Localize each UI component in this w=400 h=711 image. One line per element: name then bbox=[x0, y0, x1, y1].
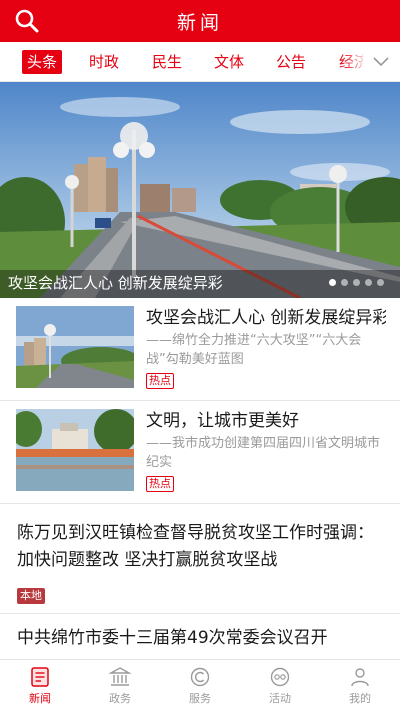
bottom-nav: 新闻 政务 服务 活动 我的 bbox=[0, 659, 400, 711]
nav-government[interactable]: 政务 bbox=[80, 660, 160, 711]
carousel-dot[interactable] bbox=[353, 279, 360, 286]
news-app: 新闻 头条 时政 民生 文体 公告 经济 bbox=[0, 0, 400, 711]
tab-livelihood[interactable]: 民生 bbox=[152, 50, 182, 74]
tab-headlines[interactable]: 头条 bbox=[22, 50, 63, 74]
chevron-down-icon[interactable] bbox=[372, 52, 390, 70]
search-icon[interactable] bbox=[14, 8, 40, 34]
tabs-fade bbox=[340, 42, 370, 81]
news-title[interactable]: 中共绵竹市委十三届第49次常委会议召开 bbox=[17, 626, 386, 650]
activity-icon bbox=[270, 667, 290, 687]
news-title[interactable]: 攻坚会战汇人心 创新发展绽异彩 bbox=[146, 306, 386, 330]
news-item[interactable]: 陈万见到汉旺镇检查督导脱贫攻坚工作时强调：加快问题整改 坚决打赢脱贫攻坚战 本地 bbox=[0, 504, 400, 614]
nav-label: 服务 bbox=[189, 692, 211, 705]
headline-carousel[interactable]: 攻坚会战汇人心 创新发展绽异彩 bbox=[0, 82, 400, 298]
carousel-dot[interactable] bbox=[377, 279, 384, 286]
nav-label: 活动 bbox=[269, 692, 291, 705]
news-item[interactable]: 攻坚会战汇人心 创新发展绽异彩 ——绵竹全力推进“六大攻坚”“六大会战”勾勒美好… bbox=[0, 298, 400, 401]
banner-image bbox=[0, 82, 400, 298]
news-icon bbox=[31, 667, 49, 687]
news-list: 攻坚会战汇人心 创新发展绽异彩 ——绵竹全力推进“六大攻坚”“六大会战”勾勒美好… bbox=[0, 298, 400, 674]
news-subtitle: ——我市成功创建第四届四川省文明城市纪实 bbox=[146, 436, 381, 470]
category-tabs: 头条 时政 民生 文体 公告 经济 bbox=[0, 42, 400, 82]
nav-label: 新闻 bbox=[29, 692, 51, 705]
news-subtitle: ——绵竹全力推进“六大攻坚”“六大会战”勾勒美好蓝图 bbox=[146, 333, 362, 367]
page-title: 新闻 bbox=[176, 11, 223, 34]
banner-caption: 攻坚会战汇人心 创新发展绽异彩 bbox=[8, 274, 223, 292]
news-title[interactable]: 陈万见到汉旺镇检查督导脱贫攻坚工作时强调：加快问题整改 坚决打赢脱贫攻坚战 bbox=[17, 520, 386, 574]
hot-badge: 热点 bbox=[146, 373, 174, 389]
nav-label: 政务 bbox=[109, 692, 131, 705]
nav-label: 我的 bbox=[349, 692, 371, 705]
nav-profile[interactable]: 我的 bbox=[320, 660, 400, 711]
carousel-indicator bbox=[329, 279, 384, 286]
carousel-dot[interactable] bbox=[329, 279, 336, 286]
tab-announcements[interactable]: 公告 bbox=[276, 50, 306, 74]
news-thumbnail bbox=[16, 409, 134, 491]
government-icon bbox=[109, 667, 131, 686]
news-title[interactable]: 文明，让城市更美好 bbox=[146, 409, 386, 433]
local-badge: 本地 bbox=[17, 588, 45, 604]
tab-culture-sports[interactable]: 文体 bbox=[214, 50, 244, 74]
news-thumbnail bbox=[16, 306, 134, 388]
service-icon bbox=[190, 667, 210, 687]
news-item[interactable]: 文明，让城市更美好 ——我市成功创建第四届四川省文明城市纪实 热点 bbox=[0, 401, 400, 504]
carousel-dot[interactable] bbox=[341, 279, 348, 286]
nav-activity[interactable]: 活动 bbox=[240, 660, 320, 711]
hot-badge: 热点 bbox=[146, 476, 174, 492]
carousel-dot[interactable] bbox=[365, 279, 372, 286]
nav-service[interactable]: 服务 bbox=[160, 660, 240, 711]
profile-icon bbox=[351, 668, 369, 687]
tab-politics[interactable]: 时政 bbox=[89, 50, 119, 74]
top-bar: 新闻 bbox=[0, 0, 400, 42]
nav-news[interactable]: 新闻 bbox=[0, 660, 80, 711]
